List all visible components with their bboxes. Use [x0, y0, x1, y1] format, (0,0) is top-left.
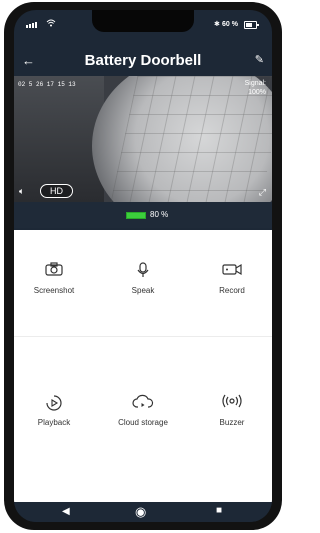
signal-label: Signal: — [244, 80, 266, 87]
cloud-storage-button[interactable]: Cloud storage — [108, 394, 178, 434]
action-label: Cloud storage — [118, 418, 168, 427]
camera-preview[interactable]: 02 5 26 17 15 13 Signal: 100% 🔈︎ HD ⤢ — [14, 76, 272, 202]
playback-icon — [19, 394, 89, 416]
signal-value: 100% — [248, 89, 266, 96]
action-label: Record — [219, 286, 245, 295]
wifi-icon — [46, 19, 56, 29]
microphone-icon — [108, 262, 178, 284]
video-record-icon — [197, 262, 267, 284]
nav-back-icon[interactable]: ◀ — [62, 506, 70, 517]
device-battery-icon — [126, 212, 146, 219]
section-divider — [14, 336, 272, 337]
action-panel: Screenshot Speak Record Playback Cloud s… — [14, 230, 272, 502]
mute-icon[interactable]: 🔈︎ — [19, 186, 24, 197]
action-label: Playback — [37, 418, 71, 427]
action-label: Screenshot — [33, 286, 75, 295]
fullscreen-icon[interactable]: ⤢ — [259, 187, 266, 198]
battery-icon — [244, 21, 259, 29]
camera-timestamp: 02 5 26 17 15 13 — [18, 81, 76, 88]
quality-toggle[interactable]: HD — [40, 184, 73, 198]
cloud-icon — [108, 394, 178, 416]
bluetooth-icon: ✱ — [214, 21, 220, 28]
system-nav-bar: ◀ ◉ ■ — [14, 502, 272, 522]
playback-button[interactable]: Playback — [19, 394, 89, 434]
nav-recents-icon[interactable]: ■ — [216, 505, 222, 516]
phone-frame: ✱ 60 % ← Battery Doorbell ✎ 02 5 26 17 1… — [4, 2, 282, 530]
status-battery-text: 60 % — [222, 21, 238, 28]
camera-icon — [19, 262, 89, 284]
speak-button[interactable]: Speak — [108, 262, 178, 302]
app-header: ← Battery Doorbell ✎ — [14, 48, 272, 76]
buzzer-button[interactable]: Buzzer — [197, 394, 267, 434]
edit-icon[interactable]: ✎ — [255, 53, 264, 66]
page-title: Battery Doorbell — [84, 52, 202, 69]
nav-home-icon[interactable]: ◉ — [135, 504, 146, 520]
screenshot-button[interactable]: Screenshot — [19, 262, 89, 302]
device-battery-strip: 80 % — [14, 202, 272, 228]
cellular-signal-icon — [26, 21, 38, 28]
screen: ✱ 60 % ← Battery Doorbell ✎ 02 5 26 17 1… — [14, 10, 272, 522]
record-button[interactable]: Record — [197, 262, 267, 302]
action-label: Speak — [131, 286, 155, 295]
buzzer-icon — [197, 394, 267, 416]
signal-readout: Signal: 100% — [245, 79, 266, 97]
status-bar: ✱ 60 % — [14, 10, 272, 40]
action-label: Buzzer — [219, 418, 245, 427]
device-battery-text: 80 % — [150, 210, 169, 219]
